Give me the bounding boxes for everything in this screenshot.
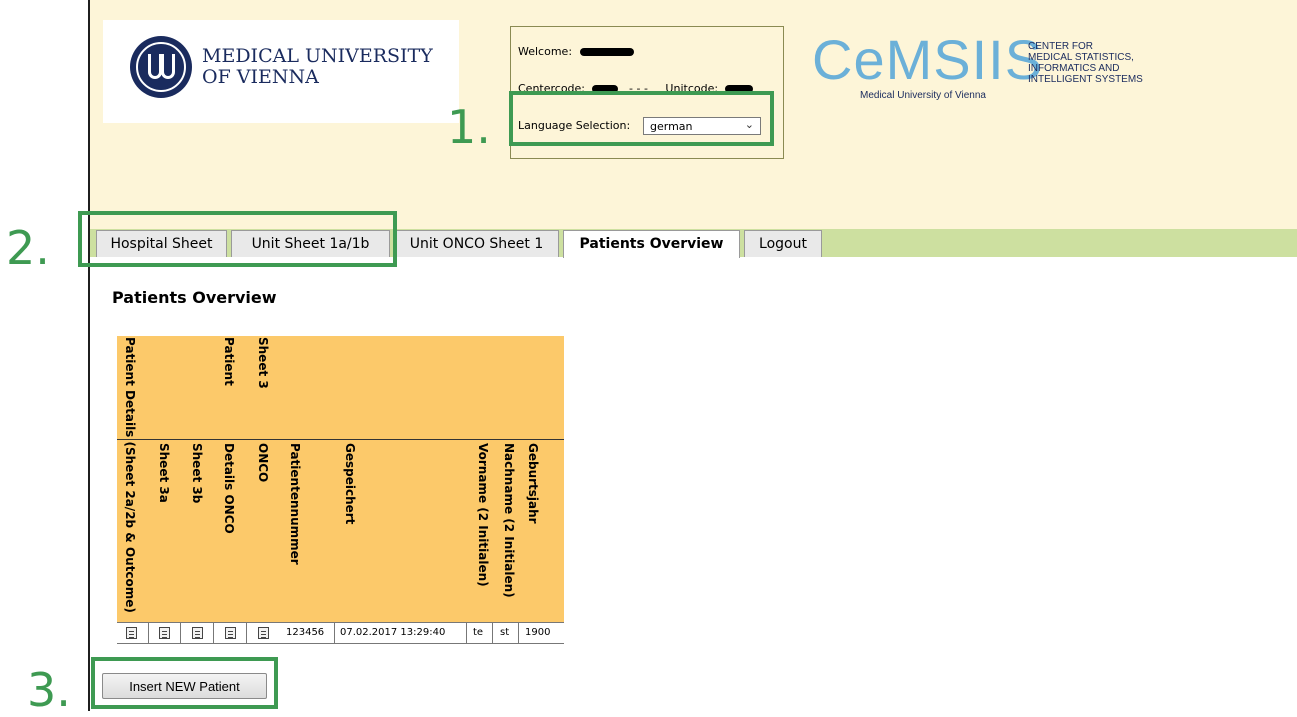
tab-unit-onco-sheet-1[interactable]: Unit ONCO Sheet 1	[394, 230, 559, 257]
header-sheet-3a: Sheet 3a	[157, 443, 171, 503]
annotation-box-tabs	[78, 211, 397, 267]
cell-divider	[334, 623, 335, 643]
redacted-username	[579, 48, 634, 56]
page-title: Patients Overview	[112, 288, 277, 307]
cell-birth-year: 1900	[525, 627, 551, 638]
cell-divider	[246, 623, 247, 643]
annotation-label-2: 2.	[6, 221, 50, 275]
annotation-box-language	[509, 91, 774, 146]
mu-seal-icon	[130, 36, 192, 98]
cell-divider	[466, 623, 467, 643]
tab-patients-overview[interactable]: Patients Overview	[563, 230, 740, 258]
annotation-label-3: 3.	[27, 663, 71, 717]
header-sheet-3: Sheet 3	[256, 337, 270, 389]
tab-logout[interactable]: Logout	[744, 230, 822, 257]
cell-divider	[518, 623, 519, 643]
patient-details-doc-icon[interactable]	[126, 627, 137, 639]
annotation-box-insert	[91, 657, 278, 709]
header-nachname: Nachname (2 Initialen)	[502, 443, 516, 598]
cell-divider	[180, 623, 181, 643]
header-patient: Patient	[222, 337, 236, 386]
cemsiis-subtitle: Medical University of Vienna	[860, 90, 986, 101]
onco-doc-icon[interactable]	[258, 627, 269, 639]
header-vorname: Vorname (2 Initialen)	[476, 443, 490, 587]
header-sheet-3b: Sheet 3b	[190, 443, 204, 504]
cell-last-name: st	[500, 627, 510, 638]
cemsiis-desc-line-1: CENTER FOR	[1028, 41, 1093, 52]
cell-divider	[148, 623, 149, 643]
welcome-label: Welcome:	[518, 45, 573, 58]
cell-divider	[213, 623, 214, 643]
cell-first-name: te	[473, 627, 484, 638]
header-patient-details: Patient Details (Sheet 2a/2b & Outcome)	[123, 337, 137, 613]
mu-logo-line-2: OF VIENNA	[202, 66, 319, 88]
cell-saved: 07.02.2017 13:29:40	[340, 627, 446, 638]
header-patientennummer: Patientennummer	[288, 443, 302, 565]
table-header-divider	[117, 439, 564, 440]
sheet-3a-doc-icon[interactable]	[159, 627, 170, 639]
cell-divider	[492, 623, 493, 643]
header-gespeichert: Gespeichert	[343, 443, 357, 525]
cell-patient-number: 123456	[286, 627, 325, 638]
mu-logo-line-1: MEDICAL UNIVERSITY	[202, 45, 433, 67]
cemsiis-desc-line-3: INFORMATICS AND	[1028, 63, 1120, 74]
header-geburtsjahr: Geburtsjahr	[526, 443, 540, 524]
cemsiis-description: CENTER FOR MEDICAL STATISTICS, INFORMATI…	[1028, 41, 1143, 85]
patients-table-header	[117, 336, 564, 622]
header-onco: ONCO	[256, 443, 270, 483]
cemsiis-desc-line-4: INTELLIGENT SYSTEMS	[1028, 74, 1143, 85]
details-onco-doc-icon[interactable]	[225, 627, 236, 639]
header-details-onco: Details ONCO	[222, 443, 236, 534]
table-row: 123456 07.02.2017 13:29:40 te st 1900	[117, 622, 564, 644]
cemsiis-logo: CeMSIIS	[812, 28, 1044, 91]
cemsiis-desc-line-2: MEDICAL STATISTICS,	[1028, 52, 1134, 63]
sheet-3b-doc-icon[interactable]	[192, 627, 203, 639]
annotation-label-1: 1.	[447, 100, 491, 154]
mu-logo-text: MEDICAL UNIVERSITY OF VIENNA	[202, 46, 433, 88]
